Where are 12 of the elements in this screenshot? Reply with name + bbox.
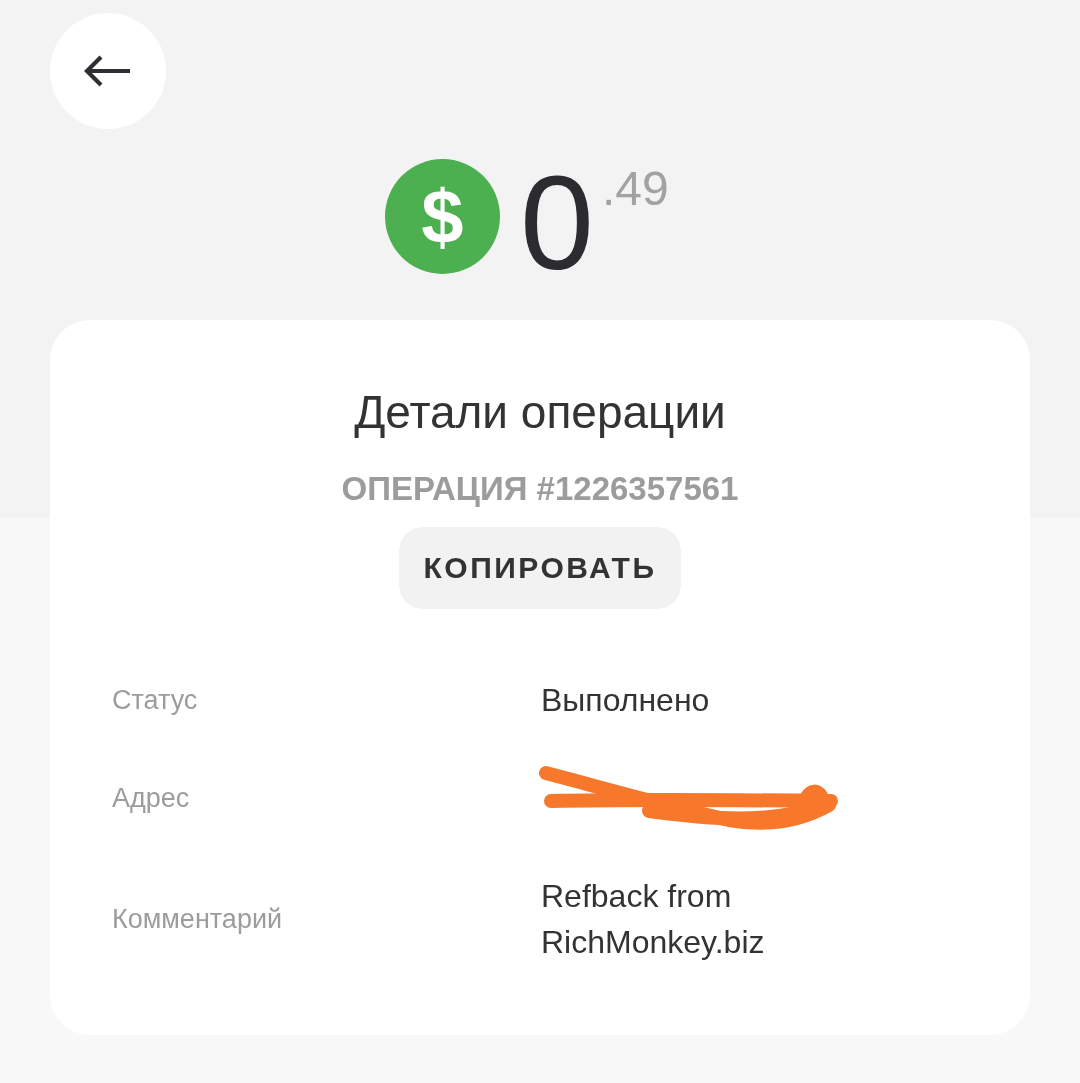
- detail-label: Адрес: [112, 782, 190, 815]
- copy-button[interactable]: КОПИРОВАТЬ: [398, 527, 682, 609]
- balance-cents: .49: [601, 165, 669, 213]
- operation-number: ОПЕРАЦИЯ #1226357561: [341, 469, 739, 509]
- currency-badge: $: [385, 159, 500, 274]
- detail-label: Статус: [112, 684, 198, 717]
- balance-amount: 0: [520, 157, 594, 290]
- detail-value: Выполнено: [541, 681, 710, 720]
- back-arrow-icon: [84, 55, 132, 87]
- card-title: Детали операции: [354, 385, 726, 440]
- detail-label: Комментарий: [112, 903, 283, 936]
- detail-value: Refback from RichMonkey.biz: [541, 877, 766, 962]
